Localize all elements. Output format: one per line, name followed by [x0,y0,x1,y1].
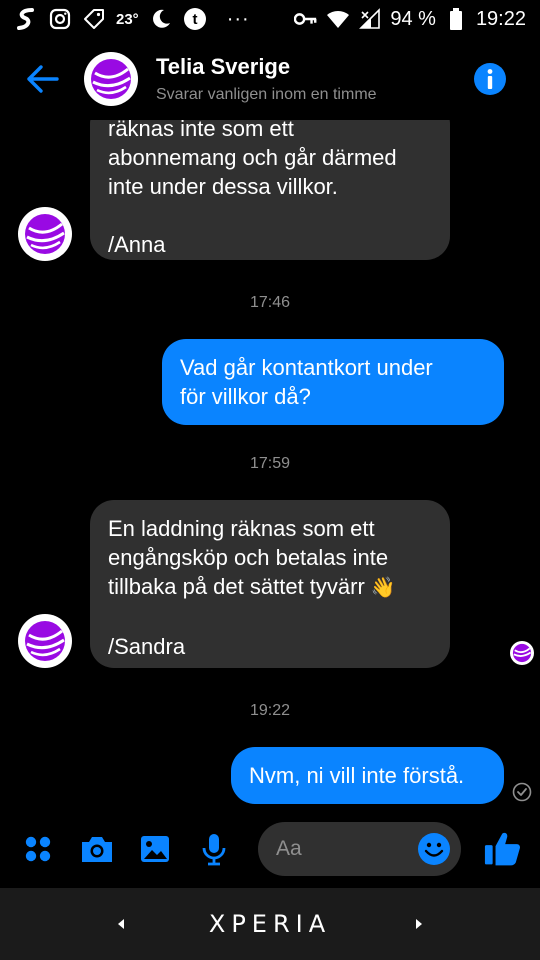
telia-logo-icon [25,214,65,254]
signal-icon [358,7,382,31]
emoji-icon[interactable] [417,832,451,866]
contact-name: Telia Sverige [156,54,291,79]
microphone-icon [202,834,226,866]
more-actions-button[interactable] [18,828,59,870]
outgoing-message-bubble[interactable]: Nvm, ni vill inte förstå. [231,747,504,804]
telia-logo-icon [91,59,131,99]
sender-avatar[interactable] [18,614,72,668]
instagram-icon [48,7,72,31]
message-line: engångsköp och betalas inte [108,545,389,570]
battery-level: 94 % [390,7,436,30]
info-icon [474,63,506,95]
timestamp: 17:59 [249,455,291,472]
apps-icon [26,836,51,862]
message-line: Nvm, ni vill inte förstå. [249,763,465,788]
incoming-message-bubble[interactable]: En laddning räknas som ett engångsköp oc… [90,500,450,668]
back-button[interactable] [20,57,64,101]
message-text: tillbaka på det sättet tyvärr [108,574,365,599]
contact-info[interactable]: Telia Sverige Svarar vanligen inom en ti… [156,54,377,104]
key-icon [294,7,318,31]
read-receipt-avatar [510,641,534,665]
camera-icon [81,837,112,862]
message-line: tillbaka på det sättet tyvärr 👋 [108,572,432,603]
microphone-button[interactable] [194,828,235,870]
nav-right-arrow-icon[interactable] [412,916,426,932]
camera-button[interactable] [77,828,118,870]
svg-text:t: t [192,11,197,28]
response-time: Svarar vanligen inom en timme [156,86,377,103]
outgoing-message-bubble[interactable]: Vad går kontantkort under för villkor då… [162,339,504,425]
telia-logo-icon [512,643,532,663]
clock: 19:22 [475,7,526,30]
message-line: abonnemang och går därmed [108,145,397,170]
arrow-left-icon [27,65,59,93]
incoming-message-bubble[interactable]: räknas inte som ett abonnemang och går d… [90,120,450,260]
telia-logo-icon [25,621,65,661]
info-button[interactable] [472,61,508,97]
gallery-button[interactable] [135,828,176,870]
thumbs-up-icon[interactable] [483,829,522,869]
chat-header: Telia Sverige Svarar vanligen inom en ti… [0,38,540,120]
message-line: Vad går kontantkort under [180,355,433,380]
message-input[interactable] [276,837,418,861]
timestamp: 17:46 [249,294,291,311]
more-notifications: ··· [226,7,250,30]
battery-icon [444,7,468,31]
message-line: för villkor då? [180,384,311,409]
timestamp: 19:22 [249,702,291,719]
moon-icon [149,7,173,31]
tag-icon [82,7,106,31]
s-app-icon [14,7,38,31]
message-line: räknas inte som ett [108,120,294,141]
message-list[interactable]: räknas inte som ett abonnemang och går d… [0,120,540,810]
contact-avatar[interactable] [84,52,138,106]
waving-hand-emoji: 👋 [370,577,396,599]
nav-left-arrow-icon[interactable] [114,916,128,932]
message-input-wrapper[interactable] [258,822,462,876]
gallery-icon [141,836,170,862]
sender-avatar[interactable] [18,207,72,261]
sent-check-icon [512,782,532,802]
composer-bar [0,810,540,888]
status-bar: 23° t ··· 94 % 19:22 [0,0,540,38]
message-line: En laddning räknas som ett [108,516,375,541]
wifi-icon [326,7,350,31]
system-nav-bar: XPERIA [0,888,540,960]
message-signature: /Sandra [108,634,186,659]
tumblr-icon: t [183,7,207,31]
brand-logo: XPERIA [208,910,332,938]
message-line: inte under dessa villkor. [108,174,338,199]
message-signature: /Anna [108,232,166,257]
temperature-icon: 23° [116,10,139,28]
